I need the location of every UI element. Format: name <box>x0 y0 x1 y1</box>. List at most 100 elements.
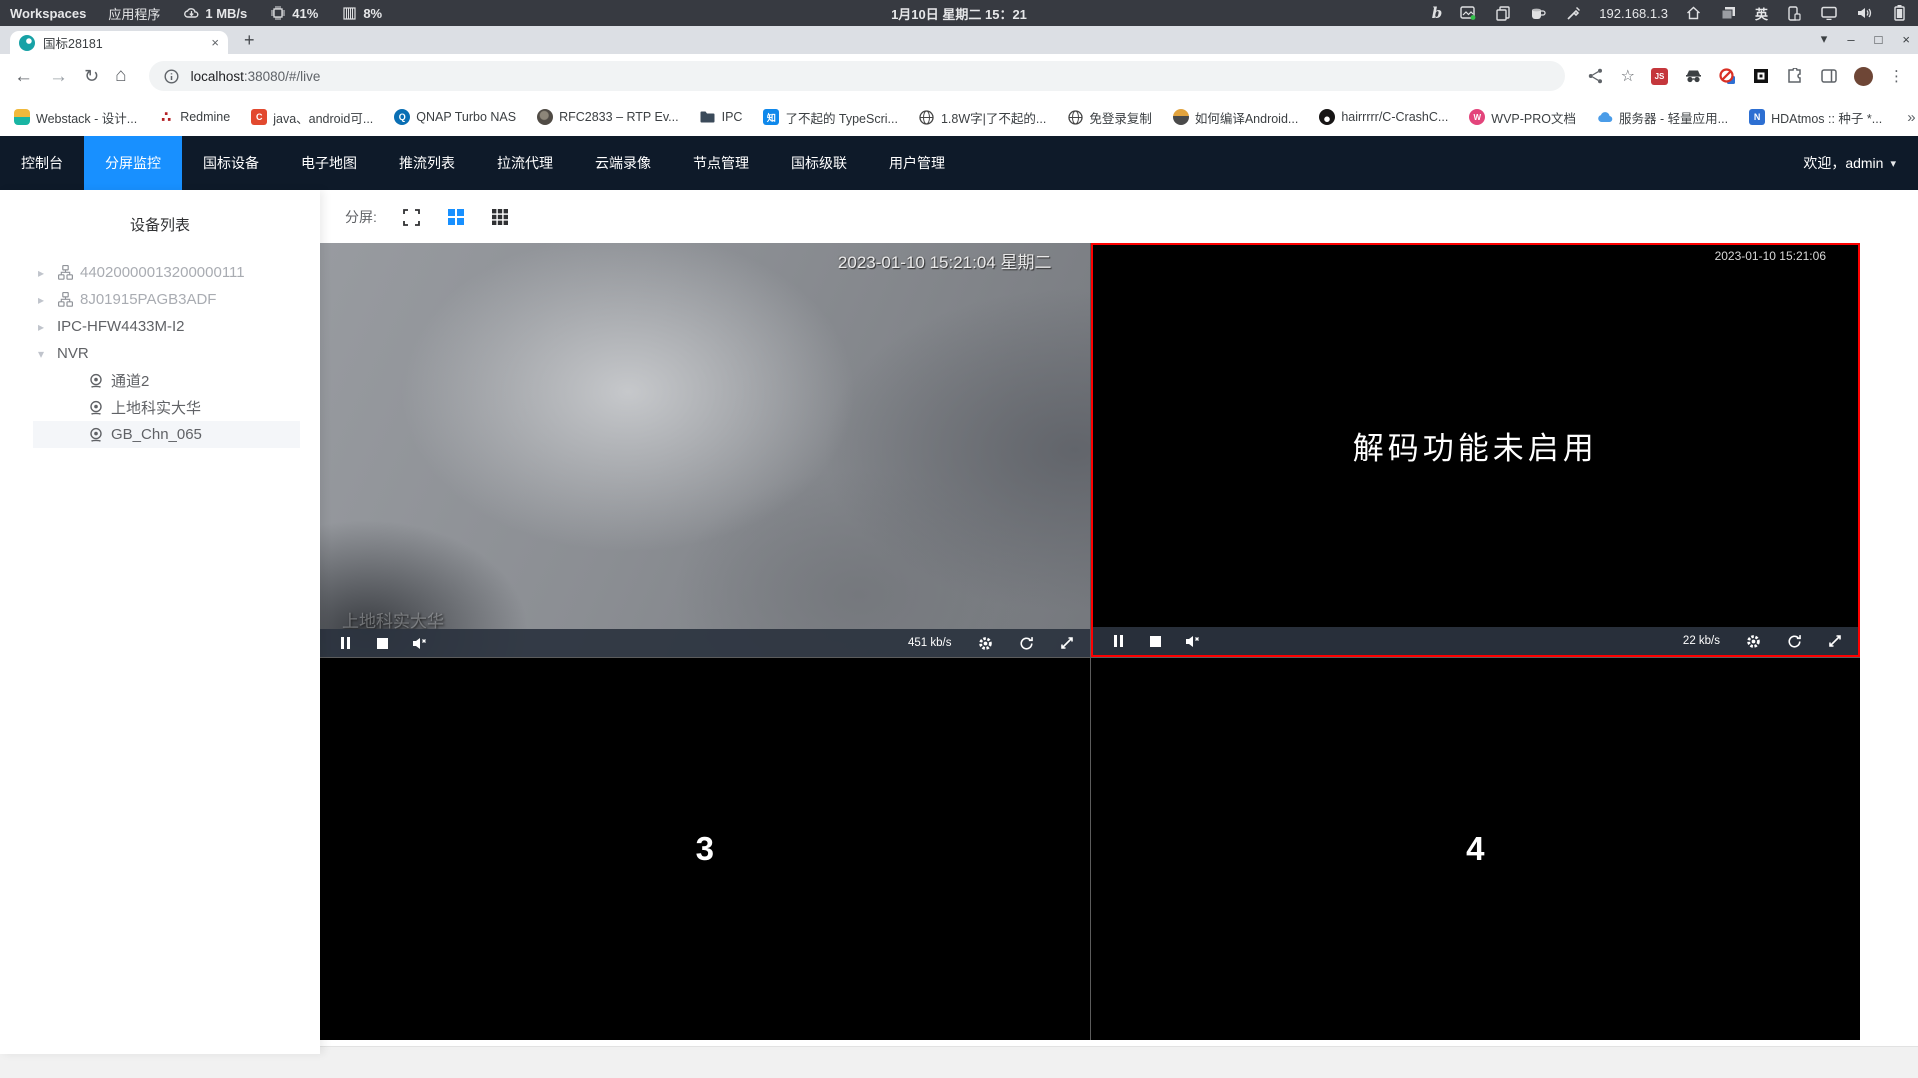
battery-tray-icon[interactable] <box>1890 4 1908 22</box>
ip-indicator[interactable]: 192.168.1.3 <box>1599 6 1668 21</box>
tab-search-chevron-icon[interactable]: ▾ <box>1821 31 1828 47</box>
nav-tab-split-monitor[interactable]: 分屏监控 <box>84 136 182 190</box>
clipboard-tray-icon[interactable] <box>1494 4 1512 22</box>
tree-item-platform[interactable]: ▸ 8J01915PAGB3ADF <box>33 286 300 313</box>
address-bar[interactable]: localhost:38080/#/live <box>148 61 1565 91</box>
volume-tray-icon[interactable] <box>1855 4 1873 22</box>
nav-tab-push-list[interactable]: 推流列表 <box>378 136 476 190</box>
site-info-icon[interactable] <box>163 67 181 85</box>
cpu-indicator[interactable]: 41% <box>269 4 318 22</box>
extensions-puzzle-icon[interactable] <box>1786 67 1804 85</box>
memory-indicator[interactable]: 8% <box>340 4 382 22</box>
video-grid: 2023-01-10 15:21:04 星期二 上地科实大华 451 kb/s <box>320 243 1860 1040</box>
bookmark-item[interactable]: Webstack - 设计... <box>14 108 137 127</box>
browser-tab[interactable]: 国标28181 × <box>10 31 228 54</box>
home-tray-icon[interactable] <box>1685 4 1703 22</box>
bookmark-item[interactable]: 免登录复制 <box>1067 108 1152 127</box>
tree-item-channel-selected[interactable]: GB_Chn_065 <box>33 421 300 448</box>
nav-tab-cascade[interactable]: 国标级联 <box>770 136 868 190</box>
bookmarks-overflow-icon[interactable]: » <box>1907 109 1915 126</box>
extension-js-icon[interactable]: JS <box>1651 67 1668 85</box>
tree-item-platform[interactable]: ▸ 44020000013200000111 <box>33 259 300 286</box>
grid-3x3-icon[interactable] <box>491 208 509 226</box>
tree-item-device[interactable]: ▸ IPC-HFW4433M-I2 <box>33 313 300 340</box>
tree-item-device[interactable]: ▾ NVR <box>33 340 300 367</box>
color-picker-tray-icon[interactable] <box>1564 4 1582 22</box>
pause-icon[interactable] <box>340 637 351 649</box>
window-close-button[interactable]: × <box>1902 32 1910 47</box>
windows-stack-tray-icon[interactable] <box>1720 4 1738 22</box>
refresh-icon[interactable] <box>1019 636 1034 651</box>
caret-down-icon[interactable]: ▾ <box>38 347 50 361</box>
forward-button[interactable]: → <box>49 67 68 86</box>
bookmark-item[interactable]: N HDAtmos :: 种子 *... <box>1749 108 1882 127</box>
nav-tab-users[interactable]: 用户管理 <box>868 136 966 190</box>
fullscreen-expand-icon[interactable] <box>1828 634 1842 648</box>
bookmark-item[interactable]: RFC2833 – RTP Ev... <box>537 109 679 125</box>
single-screen-icon[interactable] <box>403 208 421 226</box>
stop-icon[interactable] <box>377 637 388 649</box>
input-method-indicator[interactable]: 英 <box>1755 4 1768 23</box>
nav-tab-nodes[interactable]: 节点管理 <box>672 136 770 190</box>
caret-right-icon[interactable]: ▸ <box>38 320 50 334</box>
bookmark-item[interactable]: hairrrrr/C-CrashC... <box>1319 109 1448 125</box>
bing-tray-icon[interactable]: b <box>1432 4 1443 22</box>
video-cell-4[interactable]: 4 <box>1090 658 1860 1040</box>
video-cell-3[interactable]: 3 <box>320 658 1090 1040</box>
nav-tab-pull-proxy[interactable]: 拉流代理 <box>476 136 574 190</box>
nav-tab-emap[interactable]: 电子地图 <box>280 136 378 190</box>
browser-menu-icon[interactable]: ⋮ <box>1889 67 1904 85</box>
window-minimize-button[interactable]: – <box>1847 32 1854 47</box>
refresh-icon[interactable] <box>1787 634 1802 649</box>
bookmark-folder[interactable]: IPC <box>700 109 742 125</box>
bookmark-item[interactable]: 如何编译Android... <box>1172 108 1298 127</box>
video-cell-1[interactable]: 2023-01-10 15:21:04 星期二 上地科实大华 451 kb/s <box>320 243 1090 657</box>
coffee-tray-icon[interactable] <box>1529 4 1547 22</box>
nav-tab-gb-devices[interactable]: 国标设备 <box>182 136 280 190</box>
back-button[interactable]: ← <box>14 67 33 86</box>
caret-right-icon[interactable]: ▸ <box>38 293 50 307</box>
network-indicator[interactable]: 1 MB/s <box>182 4 247 22</box>
settings-gear-icon[interactable] <box>1746 634 1761 649</box>
side-panel-icon[interactable] <box>1820 67 1838 85</box>
bookmark-item[interactable]: ∴ Redmine <box>158 109 230 126</box>
pause-icon[interactable] <box>1113 635 1124 647</box>
clock[interactable]: 1月10日 星期二 15：21 <box>891 4 1027 23</box>
caret-right-icon[interactable]: ▸ <box>38 266 50 280</box>
volume-muted-icon[interactable] <box>412 637 428 650</box>
applications-menu[interactable]: 应用程序 <box>108 4 160 23</box>
stop-icon[interactable] <box>1149 635 1161 647</box>
display-tray-icon[interactable] <box>1820 4 1838 22</box>
bookmark-item[interactable]: Cjava、android可... <box>251 108 373 127</box>
bookmark-item[interactable]: 1.8W字|了不起的... <box>919 108 1046 127</box>
video-cell-2[interactable]: 2023-01-10 15:21:06 解码功能未启用 22 kb/s <box>1090 243 1860 657</box>
tree-item-channel[interactable]: 上地科实大华 <box>33 394 300 421</box>
profile-avatar[interactable] <box>1854 66 1873 86</box>
workspaces-button[interactable]: Workspaces <box>10 6 86 21</box>
phone-link-tray-icon[interactable] <box>1785 4 1803 22</box>
video1-bitrate: 451 kb/s <box>908 637 952 649</box>
bookmark-item[interactable]: 服务器 - 轻量应用... <box>1597 108 1728 127</box>
bookmark-star-icon[interactable]: ☆ <box>1621 66 1635 86</box>
share-icon[interactable] <box>1587 67 1605 85</box>
extension-blocker-icon[interactable] <box>1718 67 1736 85</box>
nav-tab-console[interactable]: 控制台 <box>0 136 84 190</box>
window-maximize-button[interactable]: □ <box>1875 32 1883 47</box>
grid-2x2-icon[interactable] <box>447 208 465 226</box>
extension-frame-icon[interactable] <box>1752 67 1770 85</box>
reload-button[interactable]: ↻ <box>84 66 99 87</box>
home-button[interactable]: ⌂ <box>115 65 126 87</box>
screenshot-tray-icon[interactable] <box>1459 4 1477 22</box>
extension-incognito-icon[interactable] <box>1684 67 1702 85</box>
tree-item-channel[interactable]: 通道2 <box>33 367 300 394</box>
bookmark-item[interactable]: Q QNAP Turbo NAS <box>394 109 516 125</box>
user-menu[interactable]: 欢迎，admin ▾ <box>1803 136 1918 190</box>
new-tab-button[interactable]: + <box>244 30 255 51</box>
nav-tab-cloud-record[interactable]: 云端录像 <box>574 136 672 190</box>
settings-gear-icon[interactable] <box>978 636 993 651</box>
bookmark-item[interactable]: W WVP-PRO文档 <box>1469 108 1576 127</box>
bookmark-item[interactable]: 知了不起的 TypeScri... <box>763 108 898 127</box>
volume-muted-icon[interactable] <box>1185 635 1201 648</box>
tab-close-icon[interactable]: × <box>211 35 219 50</box>
fullscreen-expand-icon[interactable] <box>1060 636 1074 650</box>
